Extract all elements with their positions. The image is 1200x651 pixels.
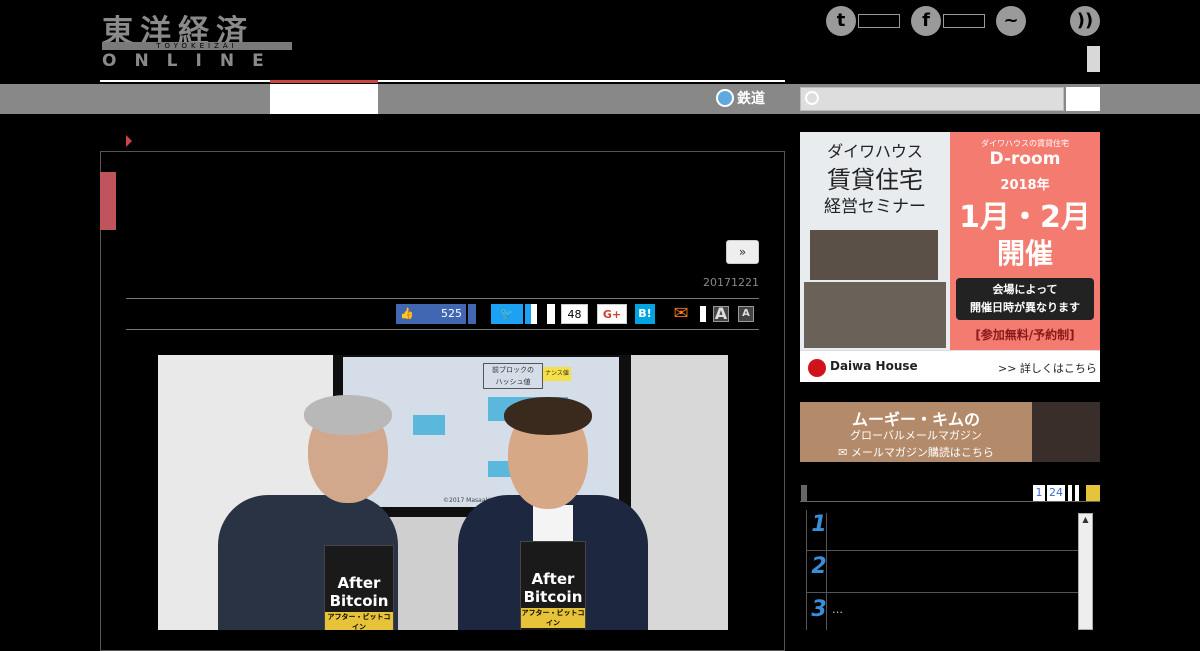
ad1-right-caption: ダイワハウスの賃貸住宅: [981, 139, 1069, 148]
book-right-title-2: Bitcoin: [523, 588, 583, 606]
ranking-page-toggle[interactable]: [1086, 485, 1100, 501]
book-left-subtitle: アフター・ビットコイン: [325, 612, 393, 630]
gplus-share-button[interactable]: G+: [597, 304, 627, 324]
ranking-header-mark: [801, 485, 807, 501]
twitter-share-button[interactable]: 🐦: [491, 304, 523, 324]
pocket-count: 48: [561, 304, 588, 324]
facebook-icon[interactable]: f: [911, 6, 941, 36]
article-date: 20171221: [703, 276, 759, 289]
ad1-house-photo-1: [810, 230, 938, 280]
next-page-button[interactable]: »: [726, 240, 759, 264]
font-size-small-button[interactable]: A: [738, 306, 754, 322]
search-input[interactable]: [800, 87, 1064, 111]
nav-active-indicator: [270, 80, 378, 83]
slide-nonce: ナンス値: [543, 367, 571, 381]
book-left-title-1: After: [337, 574, 381, 592]
ranking-scrollbar[interactable]: ▲: [1078, 513, 1093, 630]
scroll-up-icon[interactable]: ▲: [1079, 514, 1092, 526]
font-size-large-button[interactable]: A: [713, 306, 729, 322]
ranking-rank-3: 3: [811, 597, 827, 622]
ad1-logo-text: Daiwa House: [830, 359, 918, 373]
slide-title-1: 前ブロックの: [492, 366, 534, 374]
thumbs-up-icon: 👍: [400, 307, 414, 320]
ranking-item-3-text[interactable]: …: [832, 603, 843, 616]
ranking-page-24[interactable]: 24: [1047, 485, 1065, 501]
book-left-title-2: Bitcoin: [329, 592, 389, 610]
book-left: After Bitcoin アフター・ビットコイン: [324, 545, 394, 630]
share-top-rule: [126, 298, 759, 299]
ad2-line2: グローバルメールマガジン: [850, 429, 982, 442]
ad1-house-photo-2: [804, 282, 946, 348]
twitter-follow-count: [858, 14, 900, 28]
person-left-hair: [304, 395, 392, 435]
logo-romaji: TOYOKEIZAI: [102, 42, 292, 50]
ad1-venue-note-1: 会場によって: [992, 283, 1058, 296]
ranking-rank-1: 1: [811, 512, 827, 537]
header-menu-button[interactable]: [1087, 46, 1100, 72]
ad1-headline-2: 経営セミナー: [824, 197, 926, 217]
mail-icon[interactable]: ✉: [669, 304, 693, 324]
ad1-free-note: [参加無料/予約制]: [975, 328, 1075, 342]
article-hero-photo: 前ブロックの ハッシュ値 ナンス値 ©2017 Masaaki Nagano A…: [158, 355, 728, 630]
ad1-months: 1月・2月: [959, 200, 1091, 235]
book-right: After Bitcoin アフター・ビットコイン: [520, 541, 586, 630]
envelope-icon: ✉: [838, 446, 851, 459]
facebook-like-count: 525: [441, 307, 462, 320]
book-right-subtitle: アフター・ビットコイン: [521, 608, 585, 628]
rss-icon[interactable]: )): [1070, 6, 1100, 36]
ranking-list: [806, 510, 1094, 630]
twitter-icon[interactable]: t: [826, 6, 856, 36]
share-separator: [700, 306, 706, 322]
nav-top-rule: [100, 80, 785, 82]
nav-tab-active[interactable]: [270, 84, 378, 114]
slide-block-small: [413, 415, 445, 435]
daiwa-logo-icon: [808, 359, 826, 377]
ad2-portrait: [1032, 402, 1100, 462]
pocket-button[interactable]: [547, 304, 555, 324]
ad1-left-panel: ダイワハウス 賃貸住宅 経営セミナー: [800, 132, 950, 350]
share-bottom-rule: [126, 329, 759, 330]
daiwa-house-ad[interactable]: ダイワハウス 賃貸住宅 経営セミナー ダイワハウスの賃貸住宅 D-room 20…: [800, 132, 1100, 382]
ad1-right-panel: ダイワハウスの賃貸住宅 D-room 2018年 1月・2月 開催 会場によって…: [950, 132, 1100, 350]
person-right-hair: [504, 397, 592, 435]
ad1-headline-1: 賃貸住宅: [827, 166, 923, 194]
ad1-venue-note: 会場によって 開催日時が異なります: [956, 278, 1094, 320]
ad1-held: 開催: [996, 237, 1053, 270]
ad1-venue-note-2: 開催日時が異なります: [970, 301, 1080, 314]
search-icon: [805, 91, 819, 105]
ranking-row-divider: [806, 550, 1078, 551]
breadcrumb-arrow-icon: [126, 135, 132, 147]
search-button[interactable]: [1066, 87, 1100, 111]
book-right-title-1: After: [531, 570, 575, 588]
ranking-page-sep-2[interactable]: [1075, 485, 1079, 501]
ranking-rank-2: 2: [811, 554, 827, 579]
slide-title-2: ハッシュ値: [495, 378, 531, 386]
hatena-bookmark-button[interactable]: B!: [635, 304, 655, 324]
ad2-line3-text: メールマガジン購読はこちら: [850, 446, 994, 459]
ad2-line3: ✉ メールマガジン購読はこちら: [800, 444, 1032, 460]
ranking-page-1[interactable]: 1: [1033, 485, 1045, 501]
train-icon: [716, 89, 734, 107]
twitter-share-count: [525, 304, 537, 324]
nav-item-railway-label: 鉄道: [737, 91, 765, 107]
ad1-details-link[interactable]: >> 詳しくはこちら: [998, 360, 1097, 376]
facebook-like-count: [943, 14, 985, 28]
messenger-icon[interactable]: ~: [996, 6, 1026, 36]
logo-online: ONLINE: [102, 51, 282, 71]
title-accent-bar: [100, 172, 116, 230]
ranking-row-divider: [806, 592, 1078, 593]
ad1-droom: D-room: [989, 149, 1061, 169]
ranking-page-sep-1[interactable]: [1068, 485, 1072, 501]
facebook-share-extension[interactable]: [466, 304, 476, 324]
ad1-year: 2018年: [1000, 178, 1050, 193]
moogwi-kim-newsletter-ad[interactable]: ムーギー・キムの グローバルメールマガジン ✉ メールマガジン購読はこちら: [800, 402, 1100, 462]
nav-item-railway[interactable]: 鉄道: [716, 88, 765, 108]
ad1-footer: Daiwa House >> 詳しくはこちら: [800, 350, 1100, 382]
twitter-bird-icon: 🐦: [500, 307, 514, 320]
ad1-brand: ダイワハウス: [827, 142, 923, 161]
